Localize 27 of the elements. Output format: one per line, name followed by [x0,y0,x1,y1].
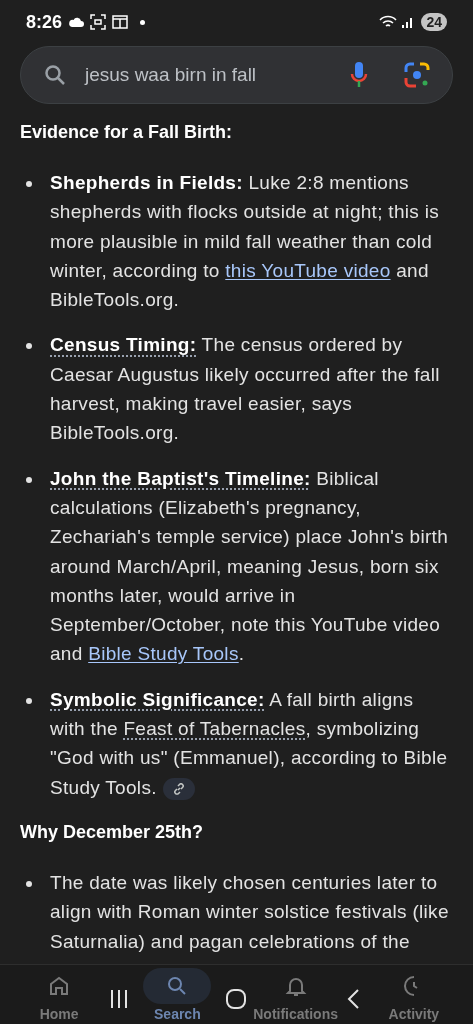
nav-tab[interactable]: Notifications [245,968,346,1024]
link-chip[interactable] [162,777,195,800]
bullet-text: Shepherds in Fields: Luke 2:8 mentions shepherds with flocks outside at night; this is more plausible in mild fall weather than cold winter, according to this YouTube video and BibleTools.org. [50,171,440,313]
camera-lens-icon[interactable] [404,62,430,88]
home-button[interactable] [225,988,248,1010]
nav-tab[interactable]: Home [9,968,110,1024]
section-heading: Why December 25th? [20,820,205,844]
bullet-text: Census Timing: The census ordered by Caesar Augustus likely occurred after the fall harvest, making travel easier, says BibleTools.org. [50,333,441,446]
nav-tab[interactable]: Search [127,968,228,1024]
text-link[interactable]: Bible Study Tools [88,643,239,665]
section-heading: Evidence for a Fall Birth: [20,121,234,144]
microphone-icon[interactable] [350,61,368,89]
search-icon [43,63,67,87]
text-link[interactable]: this YouTube video [225,259,391,281]
cloud-icon [68,16,85,28]
bullet-text: The date was likely chosen centuries later to align with Roman winter solstice festivals (like Saturnalia) and pagan celebrations of the [50,870,450,954]
search-field[interactable]: jesus waa birn in fall [20,46,453,104]
bullet-text: Symbolic Significance: A fall birth aligns with the Feast of Tabernacles, symbolizing "God with us" (Emmanuel), according to Bible Study Tools. [50,687,449,802]
nav-tab[interactable]: Activity [363,968,464,1024]
clock-time: 8:26 [26,10,63,34]
screenshot-icon [90,14,107,30]
battery-level: 24 [421,13,447,31]
wifi-icon [379,15,398,29]
search-query: jesus waa birn in fall [85,62,258,87]
bullet-text: John the Baptist's Timeline: Biblical calculations (Elizabeth's pregnancy, Zechariah's temple service) place John's birth around March/April, meaning Jesus, born six months later, would arrive in September/October, note this YouTube video and Bible Study Tools. [50,466,450,667]
window-icon [112,15,129,29]
link-icon [172,782,185,795]
